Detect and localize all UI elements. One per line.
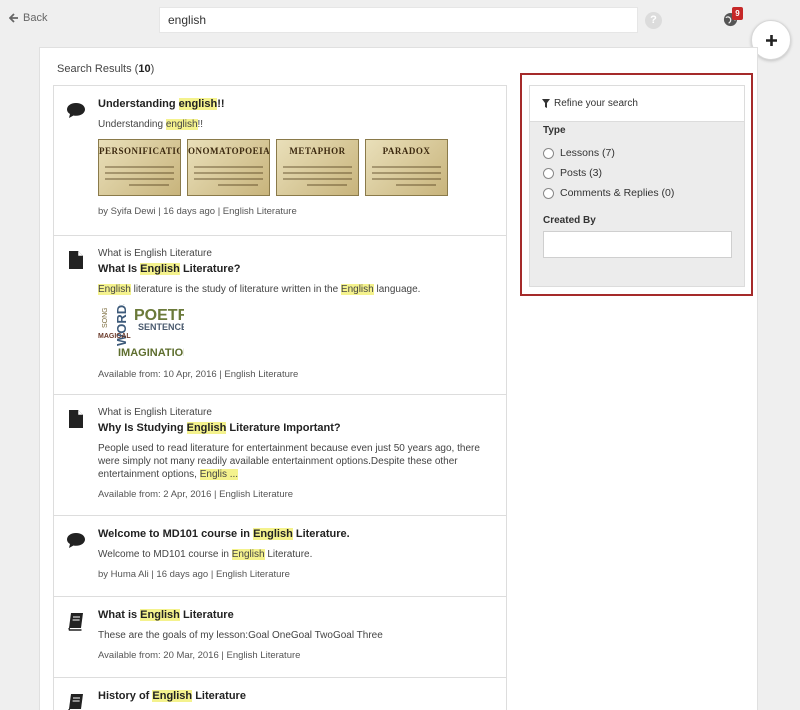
list-item[interactable]: Understanding english!! Understanding en… (54, 86, 506, 236)
filter-option-comments[interactable]: Comments & Replies (0) (543, 183, 744, 203)
item-title[interactable]: What Is English Literature? (98, 263, 492, 275)
refine-header-label: Refine your search (554, 98, 638, 109)
thumbnail[interactable]: PERSONIFICATION (98, 139, 181, 196)
item-description: English literature is the study of liter… (98, 284, 421, 295)
back-label: Back (23, 12, 48, 24)
svg-text:SENTENCES: SENTENCES (138, 322, 184, 332)
search-input[interactable] (159, 7, 638, 33)
radio-button[interactable] (543, 167, 554, 179)
speech-bubble-icon (67, 103, 85, 118)
arrow-left-icon (9, 13, 18, 23)
list-item[interactable]: Welcome to MD101 course in English Liter… (54, 516, 506, 597)
plus-icon (765, 34, 777, 46)
thumbnail[interactable]: METAPHOR (276, 139, 359, 196)
refine-header[interactable]: Refine your search (530, 86, 744, 122)
created-by-input[interactable] (543, 231, 732, 258)
thumbnail[interactable]: PARADOX (365, 139, 448, 196)
item-title[interactable]: What is English Literature (98, 609, 492, 621)
svg-text:IMAGINATION: IMAGINATION (118, 347, 184, 358)
created-by-label: Created By (543, 215, 596, 226)
type-label: Type (543, 125, 566, 136)
top-bar: Back ? 9 (0, 0, 800, 40)
notification-badge: 9 (732, 7, 743, 20)
filter-option-lessons[interactable]: Lessons (7) (543, 143, 744, 163)
item-description: People used to read literature for enter… (98, 443, 480, 480)
speech-bubble-icon (67, 533, 85, 548)
item-description: Welcome to MD101 course in English Liter… (98, 549, 313, 560)
document-icon (69, 251, 83, 269)
item-description: These are the goals of my lesson:Goal On… (98, 630, 383, 641)
item-footer: by Huma Ali | 16 days ago | English Lite… (98, 569, 290, 580)
svg-text:MAGICAL: MAGICAL (98, 333, 131, 340)
list-item[interactable]: What is English Literature What Is Engli… (54, 236, 506, 395)
item-description: Understanding english!! (98, 119, 204, 130)
item-type-label: What is English Literature (98, 407, 212, 418)
refine-search-panel: Refine your search Type Lessons (7) Post… (529, 85, 745, 287)
list-item[interactable]: What is English Literature Why Is Studyi… (54, 395, 506, 516)
radio-button[interactable] (543, 147, 554, 159)
filter-icon (542, 99, 550, 108)
item-type-label: What is English Literature (98, 248, 212, 259)
item-footer: Available from: 2 Apr, 2016 | English Li… (98, 489, 294, 500)
item-footer: by Syifa Dewi | 16 days ago | English Li… (98, 206, 297, 217)
item-title[interactable]: Understanding english!! (98, 98, 492, 110)
word-cloud-image[interactable]: POETRY SENTENCES WORDS IMAGINATION MAGIC… (98, 296, 200, 359)
help-icon[interactable]: ? (645, 12, 662, 29)
back-button[interactable]: Back (9, 12, 47, 24)
radio-button[interactable] (543, 187, 554, 199)
item-footer: Available from: 20 Mar, 2016 | English L… (98, 650, 301, 661)
item-title[interactable]: Why Is Studying English Literature Impor… (98, 422, 492, 434)
list-item[interactable]: What is English Literature These are the… (54, 597, 506, 678)
item-title[interactable]: History of English Literature (98, 690, 492, 702)
results-count: 10 (138, 63, 151, 75)
thumbnail-row: PERSONIFICATION ONOMATOPOEIA METAPHOR PA… (98, 139, 492, 196)
results-label: Search Results (57, 63, 132, 75)
list-item[interactable]: History of English Literature (54, 678, 506, 710)
filter-option-posts[interactable]: Posts (3) (543, 163, 744, 183)
item-title[interactable]: Welcome to MD101 course in English Liter… (98, 528, 492, 540)
document-icon (69, 410, 83, 428)
results-heading: Search Results (10) (57, 63, 155, 75)
book-icon (68, 694, 83, 710)
results-list: Understanding english!! Understanding en… (53, 85, 507, 710)
svg-text:SONG: SONG (102, 307, 109, 328)
book-icon (68, 613, 83, 631)
thumbnail[interactable]: ONOMATOPOEIA (187, 139, 270, 196)
item-footer: Available from: 10 Apr, 2016 | English L… (98, 369, 299, 380)
